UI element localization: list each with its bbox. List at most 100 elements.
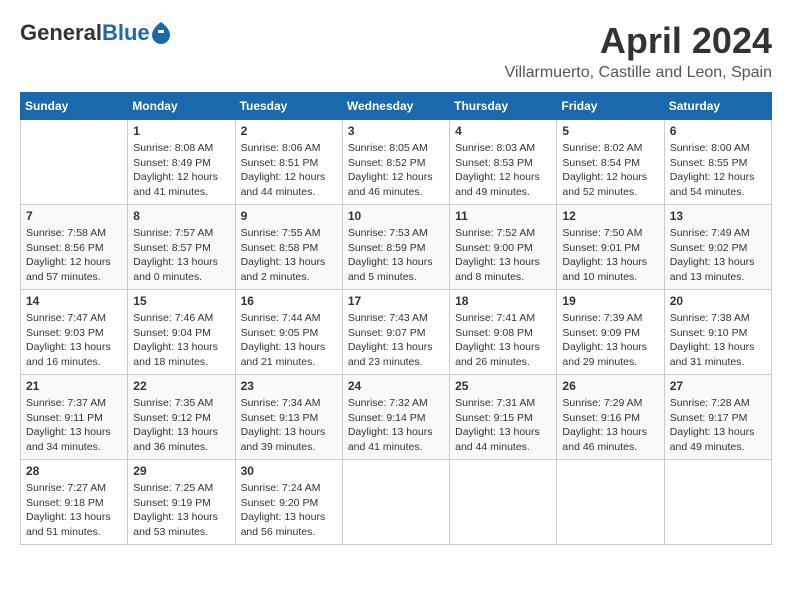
day-info: Sunrise: 7:38 AMSunset: 9:10 PMDaylight:… xyxy=(670,311,766,370)
day-number: 29 xyxy=(133,464,229,478)
calendar-cell: 30 Sunrise: 7:24 AMSunset: 9:20 PMDayligh… xyxy=(235,460,342,545)
day-number: 5 xyxy=(562,124,658,138)
day-info: Sunrise: 7:41 AMSunset: 9:08 PMDaylight:… xyxy=(455,311,551,370)
day-info: Sunrise: 7:52 AMSunset: 9:00 PMDaylight:… xyxy=(455,226,551,285)
calendar-header-saturday: Saturday xyxy=(664,93,771,120)
calendar-cell: 5Sunrise: 8:02 AMSunset: 8:54 PMDaylight… xyxy=(557,120,664,205)
calendar-week-row: 21 Sunrise: 7:37 AMSunset: 9:11 PMDayligh… xyxy=(21,375,772,460)
day-number: 9 xyxy=(241,209,337,223)
calendar-cell: 29 Sunrise: 7:25 AMSunset: 9:19 PMDayligh… xyxy=(128,460,235,545)
day-info: Sunrise: 7:43 AMSunset: 9:07 PMDaylight:… xyxy=(348,311,444,370)
day-info: Sunrise: 7:58 AMSunset: 8:56 PMDaylight:… xyxy=(26,226,122,285)
day-info: Sunrise: 7:31 AMSunset: 9:15 PMDaylight:… xyxy=(455,396,551,455)
calendar-cell: 12 Sunrise: 7:50 AMSunset: 9:01 PMDayligh… xyxy=(557,205,664,290)
calendar-cell: 3Sunrise: 8:05 AMSunset: 8:52 PMDaylight… xyxy=(342,120,449,205)
day-info: Sunrise: 7:49 AMSunset: 9:02 PMDaylight:… xyxy=(670,226,766,285)
day-number: 10 xyxy=(348,209,444,223)
calendar-cell xyxy=(664,460,771,545)
day-number: 25 xyxy=(455,379,551,393)
calendar-cell: 24Sunrise: 7:32 AMSunset: 9:14 PMDayligh… xyxy=(342,375,449,460)
day-number: 15 xyxy=(133,294,229,308)
calendar-cell: 19 Sunrise: 7:39 AMSunset: 9:09 PMDayligh… xyxy=(557,290,664,375)
calendar-header-monday: Monday xyxy=(128,93,235,120)
day-number: 27 xyxy=(670,379,766,393)
day-info: Sunrise: 7:39 AMSunset: 9:09 PMDaylight:… xyxy=(562,311,658,370)
day-info: Sunrise: 7:50 AMSunset: 9:01 PMDaylight:… xyxy=(562,226,658,285)
day-number: 18 xyxy=(455,294,551,308)
calendar-cell: 6 Sunrise: 8:00 AMSunset: 8:55 PMDaylight… xyxy=(664,120,771,205)
calendar-cell: 4 Sunrise: 8:03 AMSunset: 8:53 PMDaylight… xyxy=(450,120,557,205)
day-info: Sunrise: 8:00 AMSunset: 8:55 PMDaylight:… xyxy=(670,141,766,200)
calendar-cell: 26Sunrise: 7:29 AMSunset: 9:16 PMDayligh… xyxy=(557,375,664,460)
calendar-cell: 15 Sunrise: 7:46 AMSunset: 9:04 PMDayligh… xyxy=(128,290,235,375)
calendar-week-row: 14Sunrise: 7:47 AMSunset: 9:03 PMDayligh… xyxy=(21,290,772,375)
day-info: Sunrise: 7:27 AMSunset: 9:18 PMDaylight:… xyxy=(26,481,122,540)
calendar-week-row: 7Sunrise: 7:58 AMSunset: 8:56 PMDaylight… xyxy=(21,205,772,290)
month-title: April 2024 xyxy=(505,20,772,62)
calendar-header-tuesday: Tuesday xyxy=(235,93,342,120)
day-info: Sunrise: 7:35 AMSunset: 9:12 PMDaylight:… xyxy=(133,396,229,455)
calendar-cell: 10 Sunrise: 7:53 AMSunset: 8:59 PMDayligh… xyxy=(342,205,449,290)
day-number: 21 xyxy=(26,379,122,393)
calendar-cell xyxy=(450,460,557,545)
day-number: 1 xyxy=(133,124,229,138)
calendar-cell: 9 Sunrise: 7:55 AMSunset: 8:58 PMDaylight… xyxy=(235,205,342,290)
location-subtitle: Villarmuerto, Castille and Leon, Spain xyxy=(505,64,772,82)
day-info: Sunrise: 7:25 AMSunset: 9:19 PMDaylight:… xyxy=(133,481,229,540)
day-info: Sunrise: 7:57 AMSunset: 8:57 PMDaylight:… xyxy=(133,226,229,285)
calendar-cell: 28 Sunrise: 7:27 AMSunset: 9:18 PMDayligh… xyxy=(21,460,128,545)
day-number: 6 xyxy=(670,124,766,138)
logo: GeneralBlue xyxy=(20,20,170,46)
day-info: Sunrise: 7:55 AMSunset: 8:58 PMDaylight:… xyxy=(241,226,337,285)
day-number: 16 xyxy=(241,294,337,308)
day-number: 28 xyxy=(26,464,122,478)
day-info: Sunrise: 7:44 AMSunset: 9:05 PMDaylight:… xyxy=(241,311,337,370)
day-number: 4 xyxy=(455,124,551,138)
day-number: 14 xyxy=(26,294,122,308)
day-number: 30 xyxy=(241,464,337,478)
day-number: 19 xyxy=(562,294,658,308)
calendar-cell: 2Sunrise: 8:06 AMSunset: 8:51 PMDaylight… xyxy=(235,120,342,205)
day-info: Sunrise: 8:06 AMSunset: 8:51 PMDaylight:… xyxy=(241,141,337,200)
title-block: April 2024 Villarmuerto, Castille and Le… xyxy=(505,20,772,82)
calendar-cell: 8 Sunrise: 7:57 AMSunset: 8:57 PMDaylight… xyxy=(128,205,235,290)
calendar-cell: 16 Sunrise: 7:44 AMSunset: 9:05 PMDayligh… xyxy=(235,290,342,375)
day-number: 12 xyxy=(562,209,658,223)
calendar-cell: 1 Sunrise: 8:08 AMSunset: 8:49 PMDaylight… xyxy=(128,120,235,205)
calendar-cell: 22 Sunrise: 7:35 AMSunset: 9:12 PMDayligh… xyxy=(128,375,235,460)
day-number: 13 xyxy=(670,209,766,223)
calendar-cell: 17 Sunrise: 7:43 AMSunset: 9:07 PMDayligh… xyxy=(342,290,449,375)
day-number: 22 xyxy=(133,379,229,393)
calendar-cell: 21 Sunrise: 7:37 AMSunset: 9:11 PMDayligh… xyxy=(21,375,128,460)
day-number: 26 xyxy=(562,379,658,393)
calendar-cell: 7Sunrise: 7:58 AMSunset: 8:56 PMDaylight… xyxy=(21,205,128,290)
calendar-cell xyxy=(342,460,449,545)
day-number: 11 xyxy=(455,209,551,223)
day-number: 3 xyxy=(348,124,444,138)
day-info: Sunrise: 7:28 AMSunset: 9:17 PMDaylight:… xyxy=(670,396,766,455)
day-info: Sunrise: 7:53 AMSunset: 8:59 PMDaylight:… xyxy=(348,226,444,285)
day-info: Sunrise: 7:46 AMSunset: 9:04 PMDaylight:… xyxy=(133,311,229,370)
calendar-cell: 23Sunrise: 7:34 AMSunset: 9:13 PMDayligh… xyxy=(235,375,342,460)
day-info: Sunrise: 8:03 AMSunset: 8:53 PMDaylight:… xyxy=(455,141,551,200)
day-info: Sunrise: 8:08 AMSunset: 8:49 PMDaylight:… xyxy=(133,141,229,200)
calendar-week-row: 1 Sunrise: 8:08 AMSunset: 8:49 PMDaylight… xyxy=(21,120,772,205)
day-info: Sunrise: 7:37 AMSunset: 9:11 PMDaylight:… xyxy=(26,396,122,455)
day-number: 23 xyxy=(241,379,337,393)
logo-blue-text: Blue xyxy=(102,20,150,46)
calendar-cell xyxy=(21,120,128,205)
logo-icon xyxy=(152,22,170,44)
calendar-cell: 11 Sunrise: 7:52 AMSunset: 9:00 PMDayligh… xyxy=(450,205,557,290)
calendar-header-thursday: Thursday xyxy=(450,93,557,120)
day-info: Sunrise: 7:24 AMSunset: 9:20 PMDaylight:… xyxy=(241,481,337,540)
logo-general-text: General xyxy=(20,20,102,46)
calendar-header-friday: Friday xyxy=(557,93,664,120)
calendar-header-wednesday: Wednesday xyxy=(342,93,449,120)
day-number: 17 xyxy=(348,294,444,308)
calendar-cell: 20Sunrise: 7:38 AMSunset: 9:10 PMDayligh… xyxy=(664,290,771,375)
calendar-header-row: SundayMondayTuesdayWednesdayThursdayFrid… xyxy=(21,93,772,120)
calendar-week-row: 28 Sunrise: 7:27 AMSunset: 9:18 PMDayligh… xyxy=(21,460,772,545)
day-number: 8 xyxy=(133,209,229,223)
day-number: 24 xyxy=(348,379,444,393)
calendar-header-sunday: Sunday xyxy=(21,93,128,120)
